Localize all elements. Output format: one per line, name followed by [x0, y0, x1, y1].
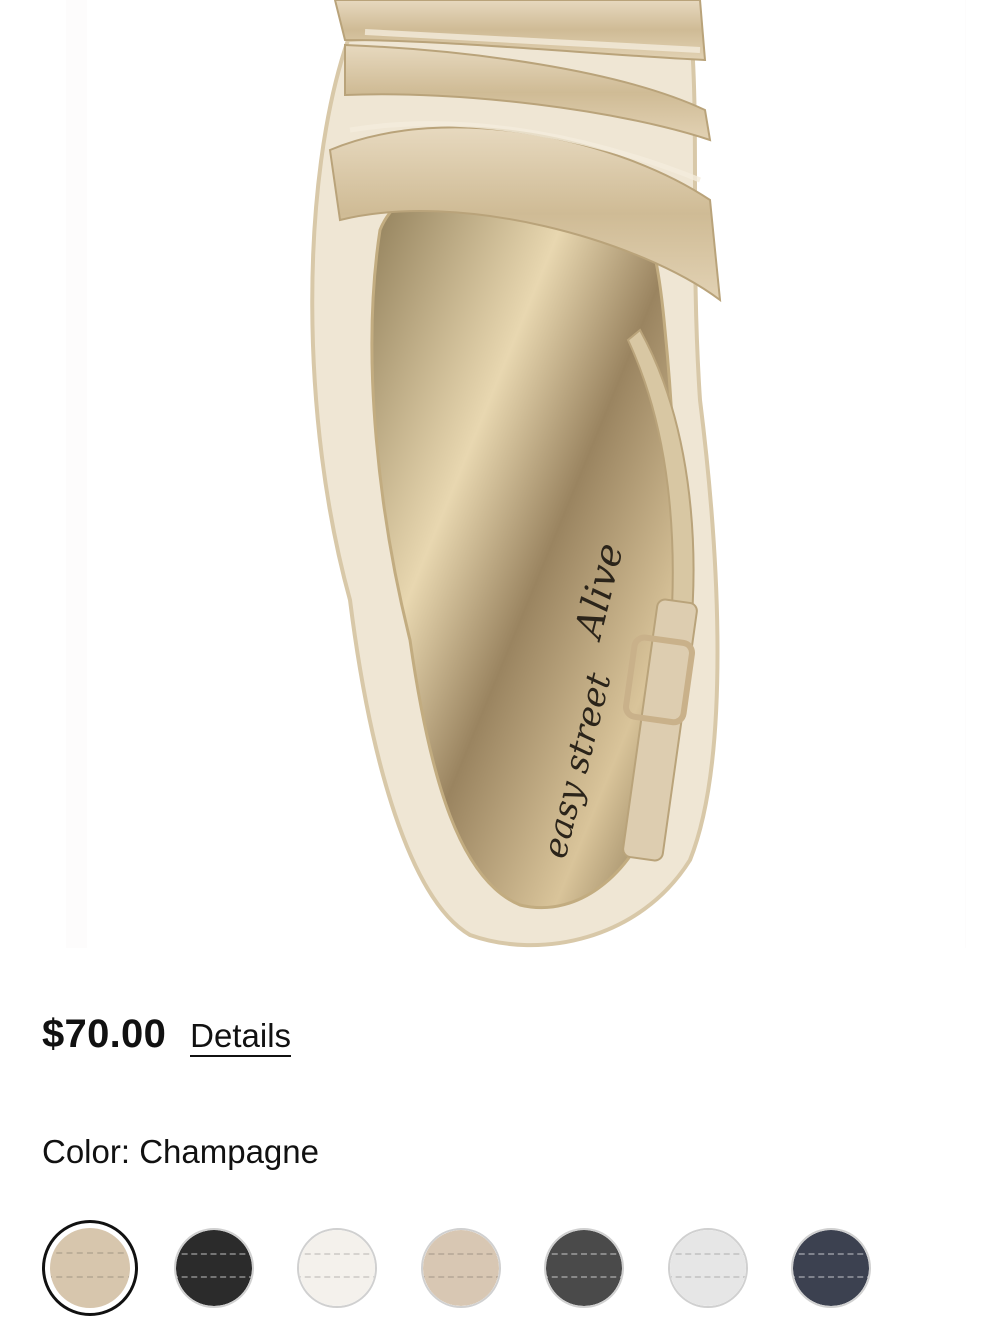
swatch-nude[interactable]: [420, 1228, 501, 1308]
selected-color: Color: Champagne: [42, 1133, 319, 1171]
product-image-area: easy street Alive: [0, 0, 1000, 948]
product-price: $70.00: [42, 1012, 167, 1056]
swatch-fill: [546, 1230, 622, 1306]
swatch-champagne[interactable]: [42, 1220, 138, 1316]
color-value: Champagne: [139, 1133, 319, 1170]
price-row: $70.00 Details: [42, 1012, 292, 1058]
swatch-white[interactable]: [297, 1228, 377, 1308]
color-label: Color:: [42, 1133, 131, 1170]
swatch-dark-grey[interactable]: [544, 1228, 624, 1308]
shoe-product-image[interactable]: easy street Alive: [0, 0, 1000, 948]
swatch-fill: [793, 1230, 869, 1306]
swatch-fill: [175, 1230, 252, 1306]
swatch-fill: [422, 1230, 499, 1306]
color-swatches: [42, 1220, 942, 1320]
swatch-fill: [50, 1228, 130, 1308]
swatch-fill: [669, 1230, 746, 1306]
details-link[interactable]: Details: [190, 1017, 292, 1058]
swatch-navy[interactable]: [791, 1228, 871, 1308]
swatch-fill: [299, 1230, 375, 1306]
swatch-silver[interactable]: [667, 1228, 748, 1308]
swatch-black[interactable]: [173, 1228, 254, 1308]
